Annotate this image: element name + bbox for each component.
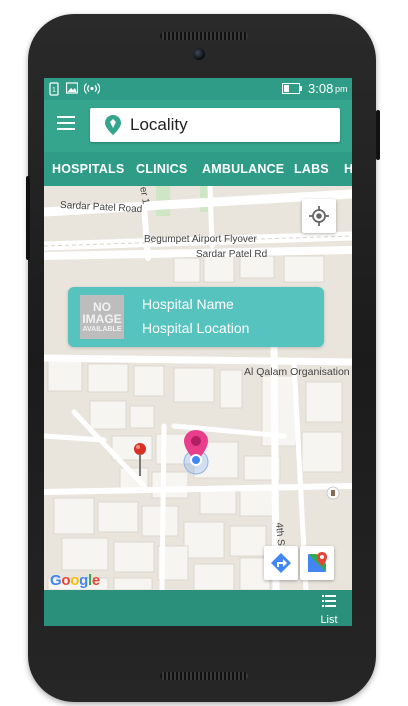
map-tiles (44, 186, 352, 590)
tab-more[interactable]: H (344, 162, 352, 176)
image-icon (65, 82, 79, 97)
volume-button (26, 176, 30, 260)
status-period: pm (335, 84, 348, 94)
google-logo: Google (50, 572, 100, 589)
tab-labs[interactable]: LABS (294, 162, 329, 176)
locality-search-input[interactable] (130, 108, 330, 142)
status-bar: 1 3:08 pm (44, 78, 352, 100)
list-icon (322, 595, 336, 607)
battery-icon (282, 83, 302, 97)
directions-icon (271, 553, 291, 573)
road-label-al-qalam: Al Qalam Organisation (244, 366, 350, 378)
location-pin-icon (102, 114, 124, 141)
hospital-name: Hospital Name (142, 296, 234, 312)
list-view-button[interactable]: List (312, 594, 346, 626)
map-view[interactable]: er 1 Sardar Patel Road Begumpet Airport … (44, 186, 352, 590)
directions-button[interactable] (264, 546, 298, 580)
hospital-info-card[interactable]: NO IMAGE AVAILABLE Hospital Name Hospita… (68, 287, 324, 347)
hamburger-menu-icon[interactable] (57, 116, 75, 134)
no-image-placeholder: NO IMAGE AVAILABLE (80, 295, 124, 339)
power-button (376, 110, 380, 160)
road-label-sardar-patel-rd: Sardar Patel Rd (196, 249, 268, 260)
front-camera (193, 48, 205, 60)
tab-ambulance[interactable]: AMBULANCE (202, 162, 284, 176)
tab-hospitals[interactable]: HOSPITALS (52, 162, 124, 176)
app-screen: 1 3:08 pm HOSPITALS CLINICS AMBULAN (44, 78, 352, 626)
google-maps-icon (308, 552, 327, 572)
category-tabs: HOSPITALS CLINICS AMBULANCE LABS H (44, 152, 352, 186)
road-label-begumpet-flyover: Begumpet Airport Flyover (144, 234, 257, 245)
sim-icon: 1 (49, 82, 59, 99)
crosshair-icon (309, 206, 329, 226)
bottom-bar: List (44, 590, 352, 626)
bottom-speaker (160, 672, 248, 680)
tab-clinics[interactable]: CLINICS (136, 162, 187, 176)
locality-search-box[interactable] (90, 108, 340, 142)
status-time: 3:08 (308, 81, 334, 96)
earpiece-speaker (160, 32, 248, 40)
road-label-4th-st: 4th St (273, 522, 287, 549)
toolbar (44, 100, 352, 152)
list-label: List (320, 614, 338, 626)
broadcast-icon (83, 82, 101, 98)
open-google-maps-button[interactable] (300, 546, 334, 580)
hospital-location: Hospital Location (142, 320, 250, 336)
my-location-button[interactable] (302, 199, 336, 233)
svg-text:1: 1 (52, 87, 56, 94)
